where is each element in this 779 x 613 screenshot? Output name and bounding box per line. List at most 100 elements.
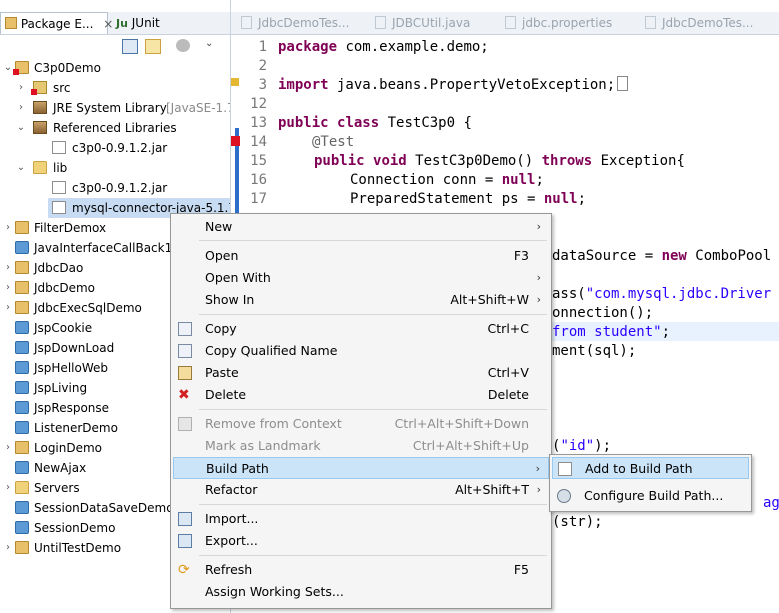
tree-item-jdbcdemo[interactable]: › JdbcDemo [0,278,170,298]
chevron-right-icon[interactable]: › [3,438,13,458]
code-fragment[interactable]: ag [763,494,779,513]
tree-item-lib[interactable]: ⌄ lib [0,158,230,178]
menu-item-add-to-build-path[interactable]: Add to Build Path [552,457,749,479]
menu-item-show-in[interactable]: Show In Alt+Shift+W › [173,289,549,311]
code-line[interactable]: package com.example.demo; [278,38,489,57]
chevron-right-icon[interactable]: › [3,218,13,238]
focus-task-icon[interactable] [176,39,190,52]
menu-item-new[interactable]: New › [173,216,549,238]
menu-item-copy-qualified-name[interactable]: Copy Qualified Name [173,340,549,362]
tree-item-jre-system-library[interactable]: › JRE System Library [JavaSE-1.7] [0,98,230,118]
line-number: 13 [250,115,267,131]
tree-item-sessiondatasavedemo[interactable]: SessionDataSaveDemo [0,498,170,518]
chevron-right-icon[interactable]: › [16,98,26,118]
editor-tab-jdbcdemotest-1[interactable]: JdbcDemoTes... [237,12,365,34]
menu-item-refresh[interactable]: ⟳ Refresh F5 [173,559,549,581]
tree-item-logindemo[interactable]: › LoginDemo [0,438,170,458]
tree-item-label: SessionDemo [34,521,116,535]
java-file-icon [645,16,656,29]
tree-item-javainterfacecallback1[interactable]: JavaInterfaceCallBack1 [0,238,170,258]
menu-item-configure-build-path[interactable]: Configure Build Path... [552,485,749,507]
chevron-right-icon[interactable]: › [16,78,26,98]
tree-item-referenced-libraries[interactable]: ⌄ Referenced Libraries [0,118,230,138]
project-icon [15,321,29,334]
code-fragment[interactable]: onnection(); [552,304,653,323]
menu-item-import[interactable]: Import... [173,508,549,530]
menu-item-mark-as-landmark[interactable]: Mark as Landmark Ctrl+Alt+Shift+Up [173,435,549,457]
tree-item-label: FilterDemox [34,221,107,235]
library-icon [33,101,47,114]
code-text: (str); [552,514,603,530]
tree-item-servers[interactable]: › Servers [0,478,170,498]
tab-junit[interactable]: Ju JUnit [112,12,182,34]
project-icon [15,301,29,314]
tree-item-untiltestdemo[interactable]: › UntilTestDemo [0,538,170,558]
tree-item-filterdemox[interactable]: › FilterDemox [0,218,170,238]
code-line[interactable]: PreparedStatement ps = null; [350,190,586,209]
menu-item-assign-working-sets[interactable]: Assign Working Sets... [173,581,549,603]
tree-item-label: JdbcDemo [34,281,96,295]
export-icon [178,534,192,548]
tab-package-explorer-label: Package E... [20,17,94,31]
tree-item-jspcookie[interactable]: JspCookie [0,318,170,338]
code-fragment[interactable]: from student"; [552,323,670,342]
tree-item-jdbcdao[interactable]: › JdbcDao [0,258,170,278]
menu-item-export[interactable]: Export... [173,530,549,552]
tree-item-c3p0-jar-lib[interactable]: c3p0-0.9.1.2.jar [0,178,230,198]
code-line[interactable]: import java.beans.PropertyVetoException; [278,76,629,95]
menu-item-label: Paste [205,365,239,380]
code-line[interactable]: @Test [312,133,354,152]
menu-item-refactor[interactable]: Refactor Alt+Shift+T › [173,479,549,501]
editor-tab-jdbc-properties[interactable]: jdbc.properties [501,12,631,34]
chevron-down-icon[interactable]: ⌄ [3,58,13,78]
code-fragment[interactable]: dataSource = new ComboPool [552,247,771,266]
menu-item-copy[interactable]: Copy Ctrl+C [173,318,549,340]
chevron-right-icon[interactable]: › [3,478,13,498]
code-line[interactable]: Connection conn = null; [350,171,544,190]
tree-item-newajax[interactable]: NewAjax [0,458,170,478]
editor-tab-jdbcdemotest-2[interactable]: JdbcDemoTes... [641,12,771,34]
menu-item-open-with[interactable]: Open With › [173,267,549,289]
tree-item-jsphelloweb[interactable]: JspHelloWeb [0,358,170,378]
tab-package-explorer[interactable]: Package E... × [0,12,113,34]
code-text: Exception{ [592,153,685,169]
view-menu-chevron-down-icon[interactable]: ⌄ [205,38,215,51]
chevron-down-icon[interactable]: ⌄ [16,118,26,138]
code-fragment[interactable]: ass("com.mysql.jdbc.Driver [552,285,771,304]
tree-item-suffix: [JavaSE-1.7] [166,101,230,115]
tree-item-jspliving[interactable]: JspLiving [0,378,170,398]
tree-item-jspdownload[interactable]: JspDownLoad [0,338,170,358]
chevron-right-icon[interactable]: › [3,278,13,298]
editor-tab-jdbcutil[interactable]: JDBCUtil.java [371,12,493,34]
menu-item-label: Open [205,248,239,263]
menu-item-label: Assign Working Sets... [205,584,344,599]
code-line[interactable]: public void TestC3p0Demo() throws Except… [314,152,685,171]
chevron-right-icon[interactable]: › [3,538,13,558]
menu-item-delete[interactable]: ✖ Delete Delete [173,384,549,406]
tree-item-src[interactable]: › src [0,78,230,98]
tree-item-c3p0demo[interactable]: ⌄ C3p0Demo [0,58,230,78]
menu-item-paste[interactable]: Paste Ctrl+V [173,362,549,384]
line-number: 2 [258,58,267,74]
code-line[interactable]: public class TestC3p0 { [278,114,472,133]
collapse-all-icon[interactable] [122,39,138,54]
tree-item-jspresponse[interactable]: JspResponse [0,398,170,418]
menu-item-build-path[interactable]: Build Path › [173,457,549,479]
tree-item-label: JdbcDao [34,261,84,275]
tree-item-sessiondemo[interactable]: SessionDemo [0,518,170,538]
menu-item-open[interactable]: Open F3 [173,245,549,267]
chevron-right-icon[interactable]: › [3,298,13,318]
code-fragment[interactable]: ment(sql); [552,342,636,361]
folded-code-box-icon[interactable] [617,76,629,91]
tree-item-jdbcexecsqldemo[interactable]: › JdbcExecSqlDemo [0,298,170,318]
tree-item-label: UntilTestDemo [34,541,122,555]
link-with-editor-icon[interactable] [145,39,161,54]
keyword: null [501,172,536,188]
string-literal: ag [763,495,779,511]
chevron-down-icon[interactable]: ⌄ [16,158,26,178]
tree-item-c3p0-jar-ref[interactable]: c3p0-0.9.1.2.jar [0,138,230,158]
menu-item-remove-from-context[interactable]: Remove from Context Ctrl+Alt+Shift+Down [173,413,549,435]
chevron-right-icon[interactable]: › [3,258,13,278]
tree-item-listenerdemo[interactable]: ListenerDemo [0,418,170,438]
code-fragment[interactable]: (str); [552,513,603,532]
